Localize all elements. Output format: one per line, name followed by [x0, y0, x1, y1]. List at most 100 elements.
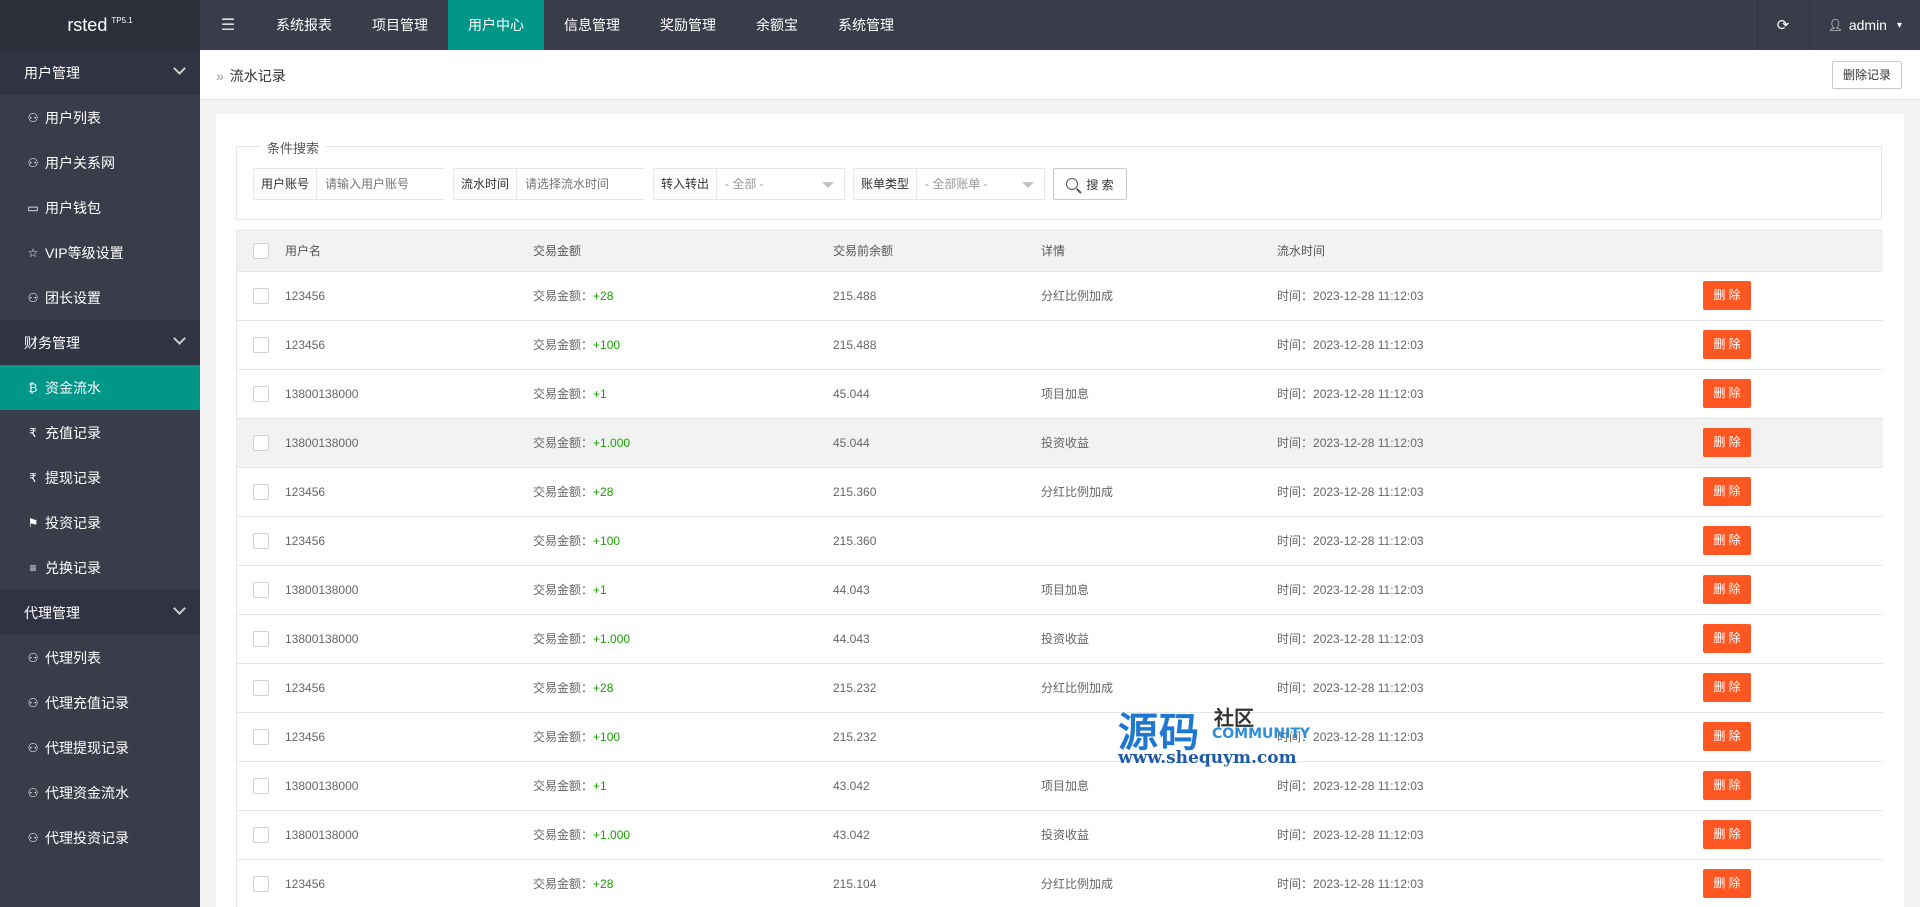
sidebar-item[interactable]: ₹ 充值记录: [0, 410, 200, 455]
sidebar-item[interactable]: ⚇ 代理提现记录: [0, 725, 200, 770]
row-checkbox[interactable]: [253, 287, 269, 304]
row-checkbox[interactable]: [253, 581, 269, 598]
row-checkbox[interactable]: [253, 777, 269, 794]
type-select-value: - 全部账单 -: [925, 177, 988, 191]
sidebar-item[interactable]: ⚇ 用户列表: [0, 95, 200, 140]
select-all-checkbox[interactable]: [253, 242, 269, 259]
table-row: 123456 交易金额：+28 215.104 分红比例加成 时间：2023-12-28…: [237, 859, 1883, 907]
top-nav-item[interactable]: 信息管理: [544, 0, 640, 50]
amount-prefix: 交易金额：: [533, 583, 594, 597]
time-prefix: 时间：: [1277, 485, 1314, 499]
search-button[interactable]: 搜 索: [1053, 168, 1127, 200]
table-row: 13800138000 交易金额：+1 43.042 项目加息 时间：2023-12-2…: [237, 761, 1883, 810]
row-checkbox[interactable]: [253, 826, 269, 843]
cell-actions: 删 除: [1703, 516, 1883, 565]
account-filter-label: 用户账号: [254, 169, 318, 199]
top-nav-item[interactable]: 用户中心: [448, 0, 544, 50]
top-nav-item[interactable]: 项目管理: [352, 0, 448, 50]
amount-value: +100: [593, 534, 621, 548]
row-checkbox-cell: [237, 320, 285, 369]
time-prefix: 时间：: [1277, 779, 1314, 793]
cell-balance: 45.044: [833, 386, 870, 401]
delete-button[interactable]: 删 除: [1703, 379, 1751, 408]
sidebar-item[interactable]: ⚇ 团长设置: [0, 275, 200, 320]
sidebar-group[interactable]: 财务管理: [0, 320, 200, 365]
delete-button[interactable]: 删 除: [1703, 526, 1751, 555]
cell-actions: 删 除: [1703, 761, 1883, 810]
delete-button[interactable]: 删 除: [1703, 281, 1751, 310]
sidebar-item[interactable]: ▭ 用户钱包: [0, 185, 200, 230]
sidebar-item-label: 团长设置: [45, 289, 101, 306]
refresh-icon[interactable]: ⟳: [1756, 0, 1809, 50]
sidebar-item[interactable]: ⚑ 投资记录: [0, 500, 200, 545]
sidebar-item[interactable]: ⚇ 代理列表: [0, 635, 200, 680]
time-prefix: 时间：: [1277, 583, 1314, 597]
direction-select[interactable]: - 全部 -: [717, 169, 844, 199]
row-checkbox[interactable]: [253, 483, 269, 500]
cell-detail: 项目加息: [1041, 583, 1090, 597]
cell-user: 13800138000: [285, 386, 359, 401]
top-nav-item[interactable]: 系统管理: [818, 0, 914, 50]
sidebar-group[interactable]: 代理管理: [0, 590, 200, 635]
row-checkbox-cell: [237, 712, 285, 761]
amount-prefix: 交易金额：: [533, 338, 594, 352]
search-legend: 条件搜索: [261, 138, 326, 157]
top-nav-item[interactable]: 系统报表: [256, 0, 352, 50]
cell-user: 123456: [285, 337, 326, 352]
cell-detail: 投资收益: [1041, 828, 1090, 842]
sidebar-item[interactable]: ≡ 兑换记录: [0, 545, 200, 590]
delete-records-button[interactable]: 删除记录: [1831, 61, 1902, 89]
delete-button[interactable]: 删 除: [1703, 820, 1751, 849]
delete-button[interactable]: 删 除: [1703, 624, 1751, 653]
breadcrumb-bar: » 流水记录 删除记录: [200, 50, 1920, 100]
cell-actions: 删 除: [1703, 859, 1883, 907]
sidebar: 用户管理 ⚇ 用户列表 ⚇ 用户关系网 ▭ 用户钱包 ☆ VIP等级设置 ⚇ 团长设置 财务管理 ₿ 资金…: [0, 50, 200, 907]
delete-button[interactable]: 删 除: [1703, 771, 1751, 800]
sidebar-group[interactable]: 用户管理: [0, 50, 200, 95]
delete-button[interactable]: 删 除: [1703, 575, 1751, 604]
row-checkbox[interactable]: [253, 532, 269, 549]
row-checkbox[interactable]: [253, 728, 269, 745]
column-header-amount: 交易金额: [533, 231, 833, 272]
delete-button[interactable]: 删 除: [1703, 722, 1751, 751]
cell-amount: 交易金额：+100: [533, 320, 833, 369]
row-checkbox[interactable]: [253, 385, 269, 402]
cell-amount: 交易金额：+28: [533, 271, 833, 320]
delete-button[interactable]: 删 除: [1703, 869, 1751, 898]
logo[interactable]: rsted TP5.1: [0, 0, 200, 50]
top-nav-item[interactable]: 余额宝: [736, 0, 818, 50]
row-checkbox[interactable]: [253, 336, 269, 353]
sidebar-item[interactable]: ⚇ 代理充值记录: [0, 680, 200, 725]
sidebar-item[interactable]: ⚇ 代理投资记录: [0, 815, 200, 860]
menu-toggle-icon[interactable]: ☰: [200, 0, 256, 50]
row-checkbox[interactable]: [253, 434, 269, 451]
sidebar-item[interactable]: ⚇ 代理资金流水: [0, 770, 200, 815]
top-right-tools: ⟳ 👤︎ admin ▾: [1756, 0, 1920, 50]
cell-time: 时间：2023-12-28 11:12:03: [1277, 663, 1703, 712]
direction-filter: 转入转出 - 全部 -: [653, 168, 845, 200]
row-checkbox[interactable]: [253, 630, 269, 647]
sidebar-item[interactable]: ₹ 提现记录: [0, 455, 200, 500]
user-menu[interactable]: 👤︎ admin ▾: [1808, 0, 1920, 50]
delete-button[interactable]: 删 除: [1703, 428, 1751, 457]
sidebar-item[interactable]: ☆ VIP等级设置: [0, 230, 200, 275]
cell-amount: 交易金额：+1: [533, 761, 833, 810]
top-nav-item[interactable]: 奖励管理: [640, 0, 736, 50]
time-value: 2023-12-28 11:12:03: [1313, 485, 1424, 499]
breadcrumb-separator: »: [216, 68, 224, 84]
cell-detail: 项目加息: [1041, 387, 1090, 401]
type-select[interactable]: - 全部账单 -: [917, 169, 1044, 199]
delete-button[interactable]: 删 除: [1703, 330, 1751, 359]
delete-button[interactable]: 删 除: [1703, 477, 1751, 506]
column-header-balance: 交易前余额: [833, 231, 1041, 272]
row-checkbox[interactable]: [253, 875, 269, 892]
amount-value: +28: [593, 877, 614, 891]
row-checkbox[interactable]: [253, 679, 269, 696]
column-header-user: 用户名: [285, 231, 533, 272]
sidebar-item[interactable]: ₿ 资金流水: [0, 365, 200, 410]
cell-balance: 44.043: [833, 631, 870, 646]
time-filter: 流水时间: [453, 168, 689, 200]
delete-button[interactable]: 删 除: [1703, 673, 1751, 702]
amount-prefix: 交易金额：: [533, 485, 594, 499]
sidebar-item[interactable]: ⚇ 用户关系网: [0, 140, 200, 185]
